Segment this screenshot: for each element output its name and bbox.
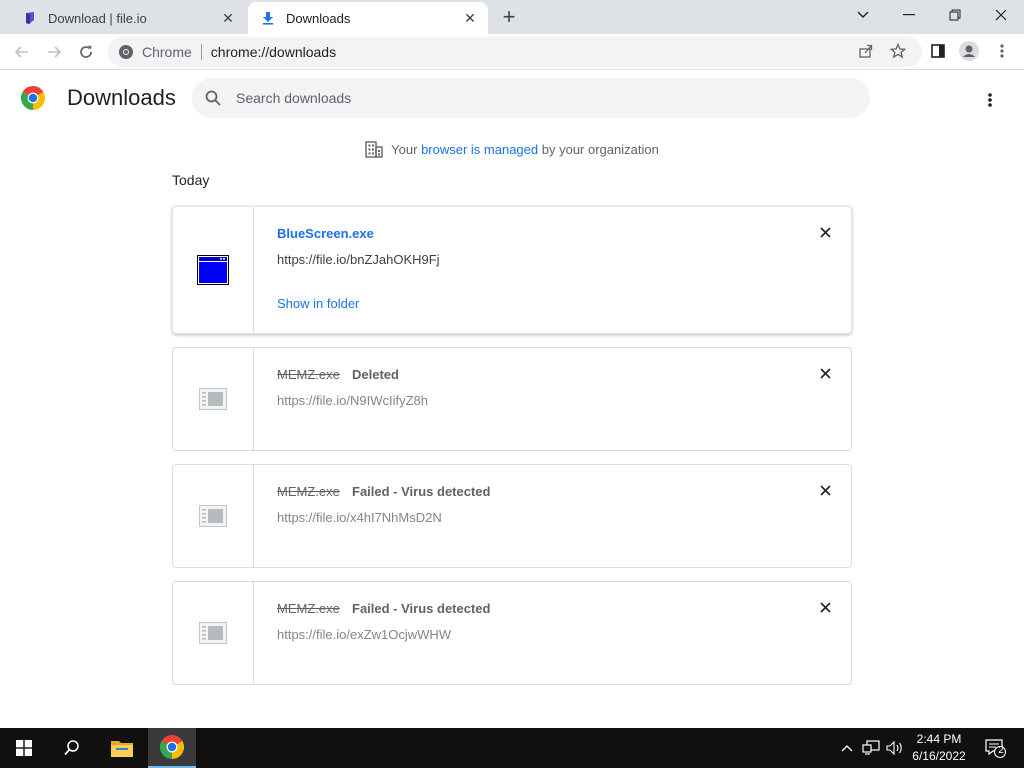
chrome-taskbar-button[interactable] bbox=[148, 728, 196, 768]
remove-item-icon[interactable] bbox=[817, 365, 833, 381]
address-bar[interactable]: Chrome chrome://downloads bbox=[108, 37, 922, 67]
side-panel-icon[interactable] bbox=[928, 41, 948, 61]
generic-file-icon bbox=[199, 505, 227, 527]
download-status: Deleted bbox=[352, 367, 399, 382]
windows-taskbar: 2:44 PM 6/16/2022 2 bbox=[0, 728, 1024, 768]
file-explorer-button[interactable] bbox=[98, 728, 146, 768]
browser-toolbar: Chrome chrome://downloads bbox=[0, 34, 1024, 70]
chrome-taskbar-icon bbox=[160, 735, 184, 759]
managed-notice: Your browser is managed by your organiza… bbox=[0, 140, 1024, 158]
show-in-folder-link[interactable]: Show in folder bbox=[277, 296, 359, 311]
file-name: MEMZ.exe bbox=[277, 484, 340, 499]
downloads-header: Downloads bbox=[0, 71, 1024, 127]
remove-item-icon[interactable] bbox=[817, 482, 833, 498]
browser-managed-link[interactable]: browser is managed bbox=[421, 142, 538, 157]
source-url: https://file.io/exZw1OcjwWHW bbox=[277, 627, 452, 642]
url-text[interactable]: chrome://downloads bbox=[211, 44, 336, 60]
chrome-site-icon bbox=[119, 45, 133, 59]
tab-title: Downloads bbox=[286, 10, 351, 26]
new-tab-button[interactable]: + bbox=[498, 4, 520, 29]
clock-time: 2:44 PM bbox=[916, 732, 962, 746]
download-item: BlueScreen.exe https://file.io/bnZJahOKH… bbox=[172, 206, 852, 334]
share-icon[interactable] bbox=[856, 41, 876, 61]
close-window-button[interactable] bbox=[978, 0, 1024, 30]
file-io-favicon-icon bbox=[22, 10, 38, 26]
tab-strip: Download | file.io ✕ Downloads ✕ + bbox=[0, 0, 1024, 34]
search-input[interactable] bbox=[236, 90, 836, 106]
managed-prefix: Your bbox=[391, 141, 418, 157]
tab-close-icon[interactable]: ✕ bbox=[218, 8, 238, 28]
downloads-more-menu-icon[interactable] bbox=[978, 88, 1002, 112]
start-button[interactable] bbox=[0, 728, 48, 768]
clock-date: 6/16/2022 bbox=[912, 749, 966, 763]
back-arrow-icon[interactable] bbox=[8, 38, 36, 66]
profile-avatar-icon[interactable] bbox=[959, 41, 979, 61]
notification-count: 2 bbox=[998, 745, 1004, 756]
minimize-button[interactable] bbox=[886, 0, 932, 30]
file-name: MEMZ.exe bbox=[277, 601, 340, 616]
reload-icon[interactable] bbox=[72, 38, 100, 66]
search-taskbar-button[interactable] bbox=[48, 728, 96, 768]
bluescreen-exe-icon bbox=[197, 255, 229, 285]
remove-item-icon[interactable] bbox=[817, 599, 833, 615]
network-icon[interactable] bbox=[862, 739, 880, 757]
download-item: MEMZ.exe Deleted https://file.io/N9IWcIi… bbox=[172, 347, 852, 451]
chrome-logo-icon bbox=[21, 86, 45, 110]
page-title: Downloads bbox=[67, 85, 176, 110]
source-url: https://file.io/x4hI7NhMsD2N bbox=[277, 510, 442, 525]
search-downloads-box[interactable] bbox=[192, 78, 870, 118]
file-icon-column bbox=[173, 582, 254, 684]
generic-file-icon bbox=[199, 622, 227, 644]
tab-title: Download | file.io bbox=[48, 10, 147, 26]
download-item: MEMZ.exe Failed - Virus detected https:/… bbox=[172, 464, 852, 568]
chrome-menu-icon[interactable] bbox=[992, 41, 1012, 61]
show-hidden-icons-chevron-icon[interactable] bbox=[838, 739, 856, 757]
tab-search-dropdown-icon[interactable] bbox=[840, 0, 886, 30]
forward-arrow-icon[interactable] bbox=[40, 38, 68, 66]
restore-button[interactable] bbox=[932, 0, 978, 30]
search-icon bbox=[205, 90, 221, 106]
omnibox-separator bbox=[200, 44, 202, 60]
source-url: https://file.io/N9IWcIifyZ8h bbox=[277, 393, 428, 408]
generic-file-icon bbox=[199, 388, 227, 410]
volume-icon[interactable] bbox=[886, 739, 904, 757]
download-status: Failed - Virus detected bbox=[352, 484, 491, 499]
site-chip: Chrome bbox=[142, 44, 192, 60]
building-icon bbox=[365, 141, 383, 158]
file-icon-column bbox=[173, 348, 254, 450]
tab-file-io[interactable]: Download | file.io ✕ bbox=[10, 2, 246, 34]
file-name-link[interactable]: BlueScreen.exe bbox=[277, 226, 374, 241]
file-icon-column bbox=[173, 207, 254, 333]
download-favicon-icon bbox=[260, 10, 276, 26]
download-status: Failed - Virus detected bbox=[352, 601, 491, 616]
bookmark-star-icon[interactable] bbox=[888, 41, 908, 61]
file-icon-column bbox=[173, 465, 254, 567]
magnifier-icon bbox=[64, 740, 79, 756]
file-name: MEMZ.exe bbox=[277, 367, 340, 382]
tab-downloads[interactable]: Downloads ✕ bbox=[248, 2, 488, 34]
action-center-icon[interactable]: 2 bbox=[984, 738, 1006, 758]
date-section-label: Today bbox=[172, 172, 210, 188]
windows-logo-icon bbox=[16, 740, 32, 756]
managed-suffix: by your organization bbox=[541, 141, 659, 157]
folder-icon bbox=[111, 741, 133, 757]
taskbar-clock[interactable]: 2:44 PM 6/16/2022 bbox=[906, 731, 972, 765]
remove-item-icon[interactable] bbox=[817, 224, 833, 240]
source-url: https://file.io/bnZJahOKH9Fj bbox=[277, 252, 440, 267]
download-item: MEMZ.exe Failed - Virus detected https:/… bbox=[172, 581, 852, 685]
tab-close-icon[interactable]: ✕ bbox=[460, 8, 480, 28]
